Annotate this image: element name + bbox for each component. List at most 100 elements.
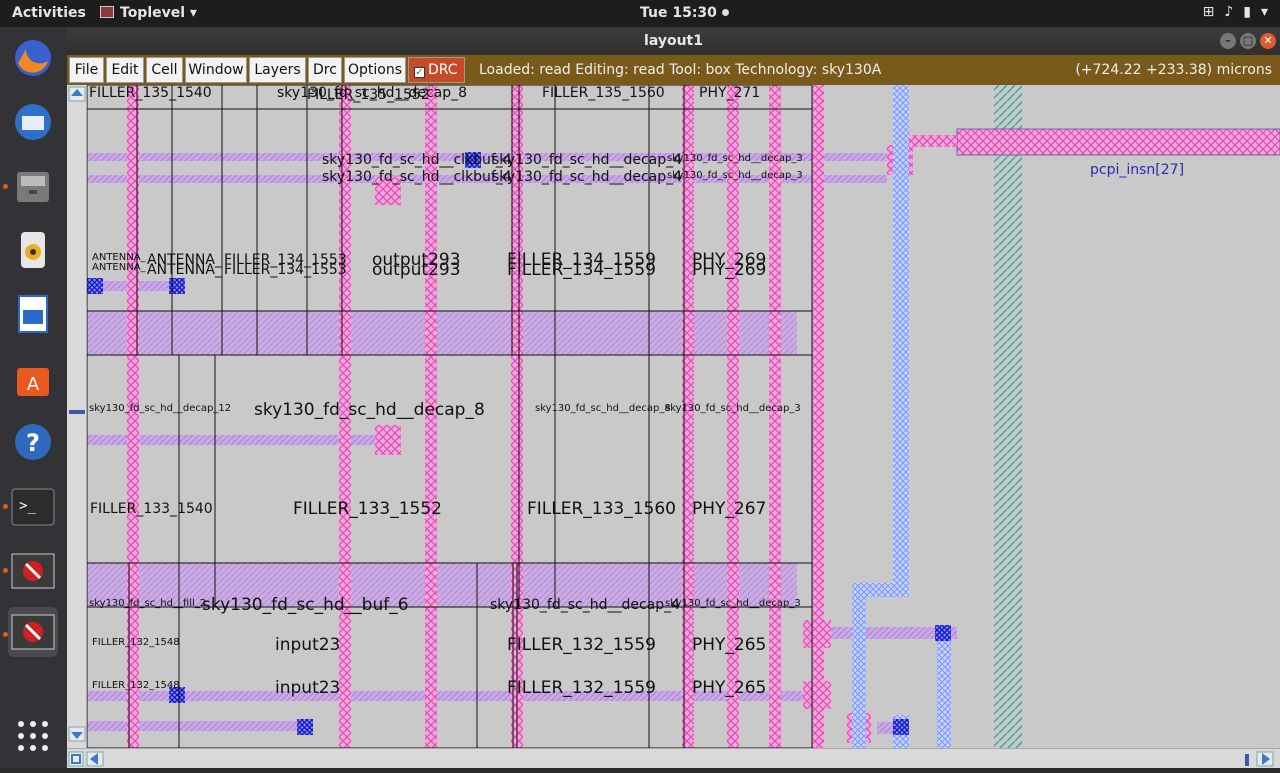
cell-label: sky130_fd_sc_hd__decap_4 xyxy=(492,169,683,185)
metal2-stripe xyxy=(893,85,909,595)
terminal-icon[interactable]: >_ xyxy=(8,482,58,532)
app-grid-icon[interactable] xyxy=(8,711,58,761)
layout-canvas[interactable]: pcpi_insn[27] FILLER_135_1540 sky130_fd_s… xyxy=(87,85,1280,748)
dock: A ? >_ xyxy=(0,27,67,768)
metal1-pad xyxy=(803,620,831,648)
app-menu-label: Toplevel xyxy=(120,5,186,21)
cell-label: PHY_267 xyxy=(692,499,767,519)
li-wire xyxy=(87,721,307,731)
writer-icon[interactable] xyxy=(8,289,58,339)
network-icon[interactable]: ⊞ xyxy=(1203,4,1215,20)
metal2-stripe xyxy=(852,583,866,748)
system-tray[interactable]: ⊞ ♪ ▮ ▾ xyxy=(1203,4,1268,20)
cell-label: sky130_fd_sc_hd__decap_4 xyxy=(490,597,681,613)
horizontal-scrollbar[interactable] xyxy=(67,748,1280,768)
status-text: Loaded: read Editing: read Tool: box Tec… xyxy=(479,62,882,78)
pin-label: pcpi_insn[27] xyxy=(1090,162,1185,178)
activities-button[interactable]: Activities xyxy=(12,5,86,21)
cell-label: PHY_269 xyxy=(692,260,767,280)
app-menu[interactable]: Toplevel ▾ xyxy=(100,5,197,21)
cell-label: input23 xyxy=(275,635,341,655)
battery-icon[interactable]: ▮ xyxy=(1243,4,1251,20)
cell-label: ANTENNA_ xyxy=(92,262,146,273)
cell-label: FILLER_135_1552 xyxy=(307,87,430,103)
vertical-scrollbar[interactable] xyxy=(67,85,87,755)
cell-label: FILLER_133_1552 xyxy=(293,499,442,519)
cell-label: FILLER_132_1559 xyxy=(507,678,656,698)
cell-label: input23 xyxy=(275,678,341,698)
svg-text:>_: >_ xyxy=(19,498,36,514)
cell-label: FILLER_135_1560 xyxy=(542,85,665,101)
cell-label: sky130_fd_sc_hd__fill_2 xyxy=(89,598,207,609)
cell-label: FILLER_132_1548 xyxy=(92,637,180,648)
scroll-thumb xyxy=(69,410,85,414)
cell-label: sky130_fd_sc_hd__decap_12 xyxy=(89,403,232,414)
drc-toggle[interactable]: ✓ DRC xyxy=(408,57,465,83)
menu-drc[interactable]: Drc xyxy=(308,57,342,83)
cell-label: sky130_fd_sc_hd__clkbuf_4 xyxy=(322,152,512,168)
cell-label: sky130_fd_sc_hd__decap_8 xyxy=(254,400,485,420)
cell-label: FILLER_134_1553 xyxy=(224,262,347,278)
menu-options[interactable]: Options xyxy=(344,57,406,83)
cell-label: PHY_265 xyxy=(692,635,767,655)
metal1-pad xyxy=(803,681,831,709)
via xyxy=(169,278,185,294)
toplevel-app-icon[interactable] xyxy=(8,546,58,596)
rhythmbox-icon[interactable] xyxy=(8,225,58,275)
layout-window: layout1 – □ ✕ File Edit Cell Window Laye… xyxy=(67,27,1280,768)
menu-file[interactable]: File xyxy=(69,57,104,83)
notification-dot-icon xyxy=(721,9,729,16)
scroll-thumb xyxy=(1245,754,1249,766)
cursor-coordinates: (+724.22 +233.38) microns xyxy=(1075,62,1272,78)
cell-label: sky130_fd_sc_hd__decap_3 xyxy=(667,153,803,164)
system-top-bar: Activities Toplevel ▾ Tue 15:30 ⊞ ♪ ▮ ▾ xyxy=(0,0,1280,27)
cell-label: PHY_265 xyxy=(692,678,767,698)
cell-label: sky130_fd_sc_hd__buf_6 xyxy=(202,595,409,615)
cell-label: FILLER_132_1548 xyxy=(92,680,180,691)
metal1-stripe xyxy=(769,85,781,748)
menu-edit[interactable]: Edit xyxy=(106,57,144,83)
volume-icon[interactable]: ♪ xyxy=(1224,4,1233,20)
clock-label: Tue 15:30 xyxy=(640,5,717,21)
cell-label: sky130_fd_sc_hd__decap_4 xyxy=(492,152,683,168)
nwell-stripe xyxy=(994,85,1022,748)
software-center-icon[interactable]: A xyxy=(8,353,58,403)
toplevel-app-icon[interactable] xyxy=(8,607,58,657)
metal2-stripe xyxy=(937,625,951,748)
menu-cell[interactable]: Cell xyxy=(146,57,183,83)
maximize-icon[interactable]: □ xyxy=(1240,33,1256,49)
cell-label: FILLER_134_1559 xyxy=(507,260,656,280)
via xyxy=(297,719,313,735)
minimize-icon[interactable]: – xyxy=(1220,33,1236,49)
svg-text:A: A xyxy=(27,374,40,395)
svg-text:?: ? xyxy=(26,429,40,457)
drc-toggle-label: DRC xyxy=(428,62,458,78)
cell-label: output293 xyxy=(372,260,461,280)
toplevel-app-icon xyxy=(100,6,114,18)
checkbox-checked-icon: ✓ xyxy=(414,67,425,78)
menu-window[interactable]: Window xyxy=(185,57,247,83)
metal1-pad xyxy=(375,425,401,455)
metal1-stripe xyxy=(812,85,824,748)
cell-boundary xyxy=(87,354,813,564)
cell-label: sky130_fd_sc_hd__decap_3 xyxy=(667,170,803,181)
menu-layers[interactable]: Layers xyxy=(249,57,306,83)
via xyxy=(87,278,103,294)
via xyxy=(893,719,909,735)
files-icon[interactable] xyxy=(8,161,58,211)
cell-label: PHY_271 xyxy=(699,85,761,101)
menu-bar: File Edit Cell Window Layers Drc Options… xyxy=(67,55,1280,85)
window-title-bar[interactable]: layout1 – □ ✕ xyxy=(67,27,1280,55)
cell-label: FILLER_133_1560 xyxy=(527,499,676,519)
help-icon[interactable]: ? xyxy=(8,417,58,467)
clock[interactable]: Tue 15:30 xyxy=(640,5,729,21)
chevron-down-icon[interactable]: ▾ xyxy=(1261,4,1268,20)
window-title: layout1 xyxy=(644,33,703,49)
via xyxy=(935,625,951,641)
thunderbird-icon[interactable] xyxy=(8,97,58,147)
cell-label: FILLER_132_1559 xyxy=(507,635,656,655)
close-icon[interactable]: ✕ xyxy=(1260,33,1276,49)
cell-label: FILLER_133_1540 xyxy=(90,501,213,517)
firefox-icon[interactable] xyxy=(8,33,58,83)
pin-shape xyxy=(956,128,1280,156)
